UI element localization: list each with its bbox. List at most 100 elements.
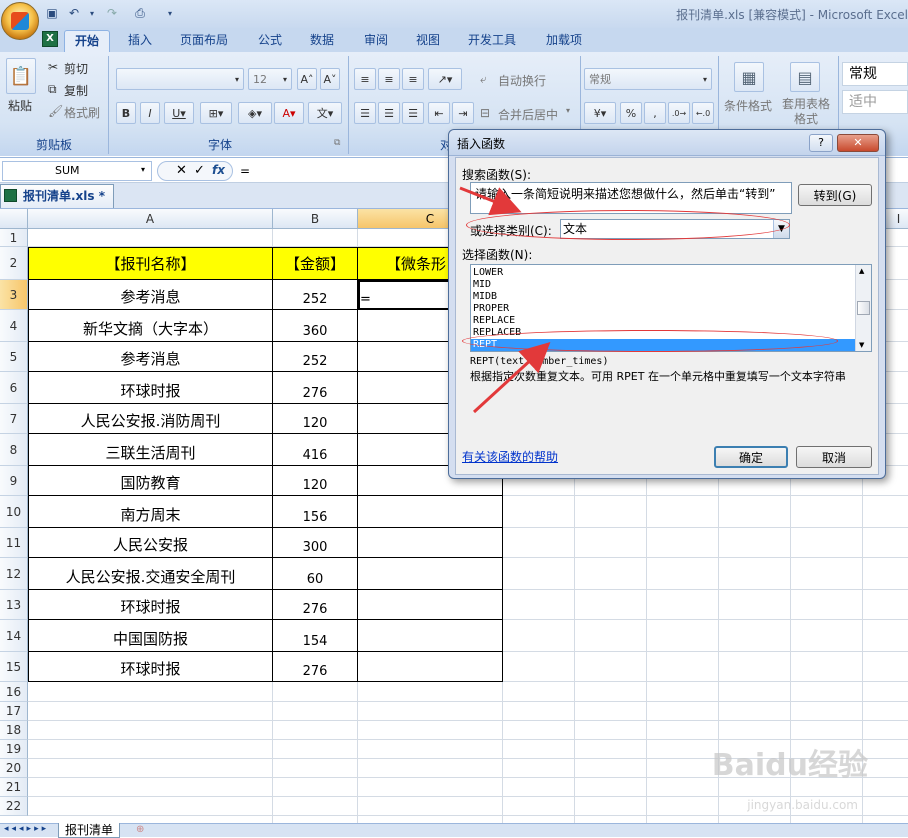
style-normal[interactable]: 常规 (842, 62, 908, 86)
row-header-15[interactable]: 15 (0, 652, 28, 682)
function-list-item[interactable]: REPLACEB (471, 327, 855, 339)
format-painter-icon[interactable]: 🖌 (48, 104, 63, 118)
row-header-4[interactable]: 4 (0, 310, 28, 342)
bold-icon[interactable]: B (116, 102, 136, 124)
search-function-input[interactable]: 请输入一条简短说明来描述您想做什么，然后单击“转到” (470, 182, 792, 214)
decrease-decimal-icon[interactable]: ←.0 (692, 102, 714, 124)
function-help-link[interactable]: 有关该函数的帮助 (462, 448, 558, 465)
align-top-icon[interactable]: ≡ (354, 68, 376, 90)
row-header-14[interactable]: 14 (0, 620, 28, 652)
customize-qat-icon[interactable]: ▾ (162, 5, 178, 21)
row-header-1[interactable]: 1 (0, 229, 28, 247)
cell-amount[interactable]: 60 (273, 558, 358, 590)
cell-chart[interactable] (358, 590, 503, 620)
copy-icon[interactable]: ⧉ (48, 82, 57, 97)
cell-chart[interactable] (358, 652, 503, 682)
cell-amount[interactable]: 276 (273, 590, 358, 620)
borders-icon[interactable]: ⊞▾ (200, 102, 232, 124)
cell-chart[interactable] (358, 528, 503, 558)
cut-icon[interactable]: ✂ (48, 60, 58, 74)
tab-home[interactable]: 开始 (64, 30, 111, 52)
row-header-7[interactable]: 7 (0, 404, 28, 434)
cell-name[interactable]: 国防教育 (28, 466, 273, 496)
row-header-10[interactable]: 10 (0, 496, 28, 528)
column-header-b[interactable]: B (273, 209, 358, 229)
cell-name[interactable]: 三联生活周刊 (28, 434, 273, 466)
cell-amount[interactable]: 300 (273, 528, 358, 558)
format-as-table-icon[interactable]: ▤ (790, 62, 820, 92)
cell-amount[interactable]: 252 (273, 280, 358, 310)
scroll-up-icon[interactable]: ▲ (859, 267, 864, 275)
cell-chart[interactable] (358, 496, 503, 528)
cell-name[interactable]: 环球时报 (28, 372, 273, 404)
style-neutral[interactable]: 适中 (842, 90, 908, 114)
row-header-16[interactable]: 16 (0, 682, 28, 702)
wrap-text-icon[interactable]: ⤶ (480, 72, 487, 87)
font-dialog-launcher-icon[interactable]: ⧉ (334, 138, 340, 148)
currency-icon[interactable]: ¥▾ (584, 102, 616, 124)
cell-amount[interactable]: 276 (273, 372, 358, 404)
row-header-19[interactable]: 19 (0, 740, 28, 759)
redo-icon[interactable]: ↷ (104, 5, 120, 21)
align-right-icon[interactable]: ☰ (402, 102, 424, 124)
row-header-5[interactable]: 5 (0, 342, 28, 372)
tab-data[interactable]: 数据 (300, 30, 344, 52)
format-painter-button[interactable]: 格式刷 (64, 104, 100, 121)
cell-name[interactable]: 环球时报 (28, 590, 273, 620)
function-list-item[interactable]: MID (471, 279, 855, 291)
tab-review[interactable]: 审阅 (354, 30, 398, 52)
increase-decimal-icon[interactable]: .0→ (668, 102, 690, 124)
name-box[interactable]: SUM (2, 161, 152, 181)
row-header-12[interactable]: 12 (0, 558, 28, 590)
print-preview-icon[interactable]: ⎙ (132, 5, 148, 21)
chevron-down-icon[interactable]: ▾ (566, 106, 570, 115)
office-button[interactable] (1, 2, 39, 40)
font-name-select[interactable]: ▾ (116, 68, 244, 90)
select-all-corner[interactable] (0, 209, 28, 229)
cell-amount[interactable]: 276 (273, 652, 358, 682)
excel-window-icon[interactable]: X (42, 31, 58, 47)
cell-amount[interactable]: 252 (273, 342, 358, 372)
category-select[interactable]: 文本 ▼ (560, 219, 790, 239)
cell-amount[interactable]: 156 (273, 496, 358, 528)
cell-amount[interactable]: 360 (273, 310, 358, 342)
tab-view[interactable]: 视图 (406, 30, 450, 52)
sheet-nav-arrows-icon[interactable]: ◂◂◂▸▸▸ (4, 824, 49, 834)
save-icon[interactable]: ▣ (44, 5, 60, 21)
help-question-button[interactable]: ? (809, 134, 833, 152)
sheet-tab-active[interactable]: 报刊清单 (58, 823, 121, 838)
row-header-3[interactable]: 3 (0, 280, 28, 310)
row-header-22[interactable]: 22 (0, 797, 28, 816)
insert-sheet-icon[interactable]: ⊕ (136, 824, 144, 835)
enter-icon[interactable]: ✓ (194, 163, 205, 178)
align-left-icon[interactable]: ☰ (354, 102, 376, 124)
ok-button[interactable]: 确定 (714, 446, 788, 468)
phonetic-icon[interactable]: 文▾ (308, 102, 342, 124)
function-list-item[interactable]: REPLACE (471, 315, 855, 327)
increase-indent-icon[interactable]: ⇥ (452, 102, 474, 124)
fill-color-icon[interactable]: ◈▾ (238, 102, 272, 124)
underline-icon[interactable]: U▾ (164, 102, 194, 124)
conditional-format-button[interactable]: 条件格式 (724, 97, 772, 114)
go-button[interactable]: 转到(G) (798, 184, 872, 206)
cell-name[interactable]: 新华文摘（大字本） (28, 310, 273, 342)
format-as-table-button[interactable]: 套用表格格式 (778, 97, 834, 127)
cancel-button[interactable]: 取消 (796, 446, 872, 468)
cell-name[interactable]: 参考消息 (28, 280, 273, 310)
function-list-scrollbar[interactable]: ▲ ▼ (855, 265, 871, 351)
row-header-20[interactable]: 20 (0, 759, 28, 778)
tab-insert[interactable]: 插入 (118, 30, 162, 52)
cell-name[interactable]: 环球时报 (28, 652, 273, 682)
wrap-text-button[interactable]: 自动换行 (498, 72, 546, 89)
align-center-icon[interactable]: ☰ (378, 102, 400, 124)
merge-center-button[interactable]: 合并后居中 (498, 106, 558, 123)
orientation-icon[interactable]: ↗▾ (428, 68, 462, 90)
dialog-title-bar[interactable]: 插入函数 ? ✕ (449, 130, 885, 156)
scroll-down-icon[interactable]: ▼ (859, 341, 864, 349)
row-header-21[interactable]: 21 (0, 778, 28, 797)
number-format-select[interactable]: 常规 ▾ (584, 68, 712, 90)
row-header-6[interactable]: 6 (0, 372, 28, 404)
conditional-format-icon[interactable]: ▦ (734, 62, 764, 92)
cell-chart[interactable] (358, 558, 503, 590)
insert-function-dialog[interactable]: 插入函数 ? ✕ 搜索函数(S): 请输入一条简短说明来描述您想做什么，然后单击… (448, 129, 886, 479)
